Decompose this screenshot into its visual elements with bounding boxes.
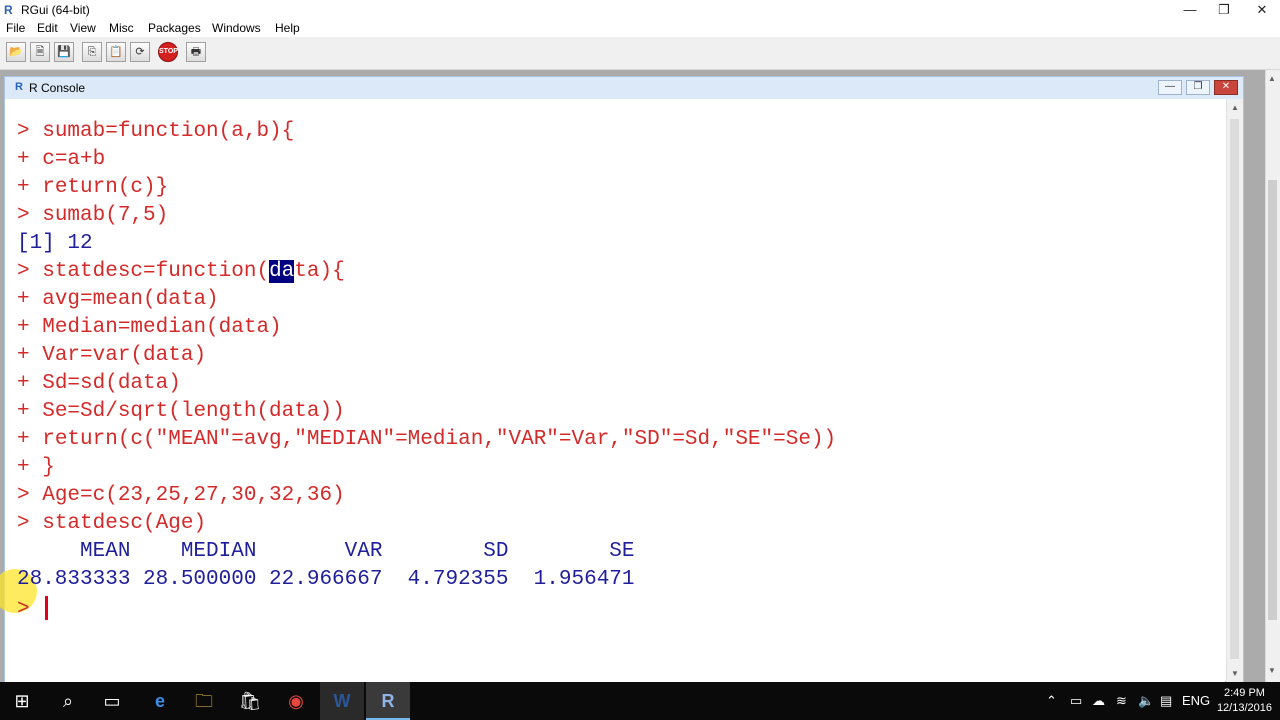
search-icon[interactable]: ⌕ bbox=[46, 682, 90, 720]
menu-packages[interactable]: Packages bbox=[148, 21, 201, 35]
menu-bar: File Edit View Misc Packages Windows Hel… bbox=[0, 19, 1280, 37]
console-scroll-down-icon[interactable]: ▼ bbox=[1231, 669, 1239, 678]
outer-vertical-scrollbar[interactable]: ▲ ▼ bbox=[1265, 70, 1280, 682]
edge-icon[interactable]: e bbox=[138, 682, 182, 720]
console-output-header: MEAN MEDIAN VAR SD SE bbox=[17, 540, 635, 563]
toolbar: 📂 🗎 💾 ⎘ 📋 ⟳ STOP 🖶 bbox=[0, 37, 1280, 70]
outer-scroll-thumb[interactable] bbox=[1268, 180, 1277, 620]
load-workspace-button[interactable]: 🗎 bbox=[30, 42, 50, 62]
console-output-values: 28.833333 28.500000 22.966667 4.792355 1… bbox=[17, 568, 635, 591]
restore-button[interactable]: ❐ bbox=[1206, 0, 1242, 19]
console-line: > statdesc=function(data){ bbox=[17, 260, 345, 283]
text-selection: da bbox=[269, 260, 295, 283]
stop-button[interactable]: STOP bbox=[158, 42, 178, 62]
console-line: + Var=var(data) bbox=[17, 344, 207, 367]
console-line: + return(c("MEAN"=avg,"MEDIAN"=Median,"V… bbox=[17, 428, 837, 451]
r-app-icon: R bbox=[4, 3, 13, 17]
battery-icon[interactable]: ▭ bbox=[1070, 682, 1082, 720]
console-restore-button[interactable]: ❐ bbox=[1186, 80, 1210, 95]
menu-file[interactable]: File bbox=[6, 21, 25, 35]
console-line: + c=a+b bbox=[17, 148, 106, 171]
open-script-button[interactable]: 📂 bbox=[6, 42, 26, 62]
console-title-bar: R R Console — ❐ ✕ bbox=[5, 77, 1243, 99]
console-line: + avg=mean(data) bbox=[17, 288, 219, 311]
wifi-icon[interactable]: ≋ bbox=[1116, 682, 1127, 720]
menu-misc[interactable]: Misc bbox=[109, 21, 134, 35]
minimize-button[interactable]: — bbox=[1172, 0, 1208, 19]
copy-paste-button[interactable]: ⟳ bbox=[130, 42, 150, 62]
console-scroll-thumb[interactable] bbox=[1230, 119, 1239, 659]
task-view-icon[interactable]: ▭ bbox=[90, 682, 134, 720]
console-vertical-scrollbar[interactable]: ▲ ▼ bbox=[1226, 99, 1243, 683]
console-output-line: [1] 12 bbox=[17, 232, 93, 255]
scroll-up-arrow-icon[interactable]: ▲ bbox=[1268, 74, 1276, 83]
print-button[interactable]: 🖶 bbox=[186, 42, 206, 62]
console-line: + Median=median(data) bbox=[17, 316, 282, 339]
start-icon[interactable]: ⊞ bbox=[0, 682, 44, 720]
chrome-icon[interactable]: ◉ bbox=[274, 682, 318, 720]
notification-icon[interactable]: ▤ bbox=[1160, 682, 1172, 720]
save-workspace-button[interactable]: 💾 bbox=[54, 42, 74, 62]
close-button[interactable]: ✕ bbox=[1244, 0, 1280, 19]
onedrive-icon[interactable]: ☁ bbox=[1092, 682, 1105, 720]
paste-button[interactable]: 📋 bbox=[106, 42, 126, 62]
clock-time: 2:49 PM bbox=[1223, 687, 1265, 699]
word-icon[interactable]: W bbox=[320, 682, 364, 720]
r-console-window: R R Console — ❐ ✕ > sumab=function(a,b){… bbox=[0, 76, 1244, 683]
title-bar: R RGui (64-bit) — ❐ ✕ bbox=[0, 0, 1280, 19]
console-input-line[interactable]: > bbox=[17, 596, 49, 624]
window-title: RGui (64-bit) bbox=[21, 3, 90, 17]
console-line: + Sd=sd(data) bbox=[17, 372, 181, 395]
console-close-button[interactable]: ✕ bbox=[1214, 80, 1238, 95]
rgui-taskbar-icon[interactable]: R bbox=[366, 682, 410, 720]
console-line: + return(c)} bbox=[17, 176, 169, 199]
taskbar-clock[interactable]: 2:49 PM 12/13/2016 bbox=[1217, 686, 1272, 716]
volume-icon[interactable]: 🔈 bbox=[1138, 682, 1154, 720]
console-line: + Se=Sd/sqrt(length(data)) bbox=[17, 400, 345, 423]
windows-taskbar: ⊞ ⌕ ▭ e 🗀 🛍 ◉ W R ⌃ ▭ ☁ ≋ 🔈 ▤ ENG 2:49 P… bbox=[0, 682, 1280, 720]
tray-chevron-icon[interactable]: ⌃ bbox=[1046, 682, 1057, 720]
console-line: > Age=c(23,25,27,30,32,36) bbox=[17, 484, 345, 507]
console-text-area[interactable]: > sumab=function(a,b){ + c=a+b + return(… bbox=[0, 99, 1225, 683]
scroll-down-arrow-icon[interactable]: ▼ bbox=[1268, 666, 1276, 675]
menu-edit[interactable]: Edit bbox=[37, 21, 58, 35]
text-cursor bbox=[45, 596, 49, 621]
r-console-icon: R bbox=[15, 81, 23, 93]
console-line: > statdesc(Age) bbox=[17, 512, 207, 535]
menu-view[interactable]: View bbox=[70, 21, 96, 35]
console-title: R Console bbox=[29, 81, 86, 95]
copy-button[interactable]: ⎘ bbox=[82, 42, 102, 62]
language-indicator[interactable]: ENG bbox=[1182, 682, 1210, 720]
console-line: > sumab=function(a,b){ bbox=[17, 120, 295, 143]
console-line: > sumab(7,5) bbox=[17, 204, 169, 227]
menu-help[interactable]: Help bbox=[275, 21, 300, 35]
console-scroll-up-icon[interactable]: ▲ bbox=[1231, 103, 1239, 112]
input-prompt: > bbox=[17, 598, 43, 621]
store-icon[interactable]: 🛍 bbox=[228, 682, 272, 720]
clock-date: 12/13/2016 bbox=[1216, 702, 1272, 714]
menu-windows[interactable]: Windows bbox=[212, 21, 261, 35]
console-line: + } bbox=[17, 456, 55, 479]
file-explorer-icon[interactable]: 🗀 bbox=[182, 682, 226, 720]
console-minimize-button[interactable]: — bbox=[1158, 80, 1182, 95]
